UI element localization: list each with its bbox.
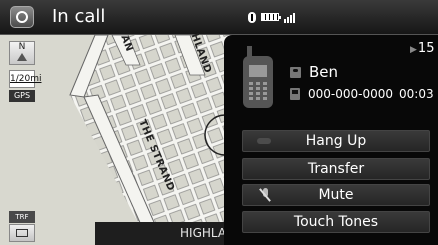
hang-up-button[interactable]: Hang Up bbox=[242, 130, 430, 152]
contact-icon bbox=[290, 66, 301, 78]
status-icons bbox=[248, 11, 295, 23]
contact-name: Ben bbox=[309, 63, 339, 81]
battery-icon bbox=[261, 13, 281, 21]
north-up-button[interactable]: N bbox=[9, 41, 35, 65]
hang-up-icon bbox=[257, 138, 271, 144]
touch-tones-label: Touch Tones bbox=[293, 214, 379, 230]
north-arrow-icon bbox=[17, 53, 27, 61]
speaker-icon: ▶ bbox=[410, 45, 417, 55]
mute-label: Mute bbox=[318, 187, 354, 203]
call-screen: In call AN HLAND THE STRAND N 1/20mi GPS… bbox=[0, 0, 438, 245]
phone-number-icon bbox=[290, 88, 300, 100]
traffic-button[interactable]: TRF bbox=[9, 211, 35, 223]
header-bar: In call bbox=[0, 0, 438, 35]
bluetooth-icon bbox=[248, 11, 256, 23]
map-menu-button[interactable] bbox=[9, 224, 35, 242]
contact-number-row: 000-000-0000 00:03 bbox=[290, 87, 434, 101]
hang-up-label: Hang Up bbox=[305, 133, 367, 149]
call-duration: 00:03 bbox=[399, 87, 434, 101]
gps-indicator: GPS bbox=[9, 90, 35, 102]
transfer-button[interactable]: Transfer bbox=[242, 158, 430, 180]
mute-icon bbox=[259, 188, 271, 202]
home-icon bbox=[16, 11, 28, 23]
contact-name-row: Ben bbox=[290, 63, 338, 81]
mobile-phone-icon bbox=[243, 46, 275, 108]
signal-strength-icon bbox=[284, 12, 295, 23]
transfer-label: Transfer bbox=[307, 161, 365, 177]
page-title: In call bbox=[52, 6, 106, 27]
touch-tones-button[interactable]: Touch Tones bbox=[242, 211, 430, 233]
current-street: HIGHLA bbox=[95, 222, 240, 245]
volume-indicator: ▶15 bbox=[410, 41, 434, 58]
phone-number: 000-000-0000 bbox=[308, 87, 394, 101]
volume-level: 15 bbox=[417, 41, 435, 56]
mute-button[interactable]: Mute bbox=[242, 184, 430, 206]
map-scale-button[interactable]: 1/20mi bbox=[9, 70, 41, 88]
home-button[interactable] bbox=[10, 6, 34, 28]
